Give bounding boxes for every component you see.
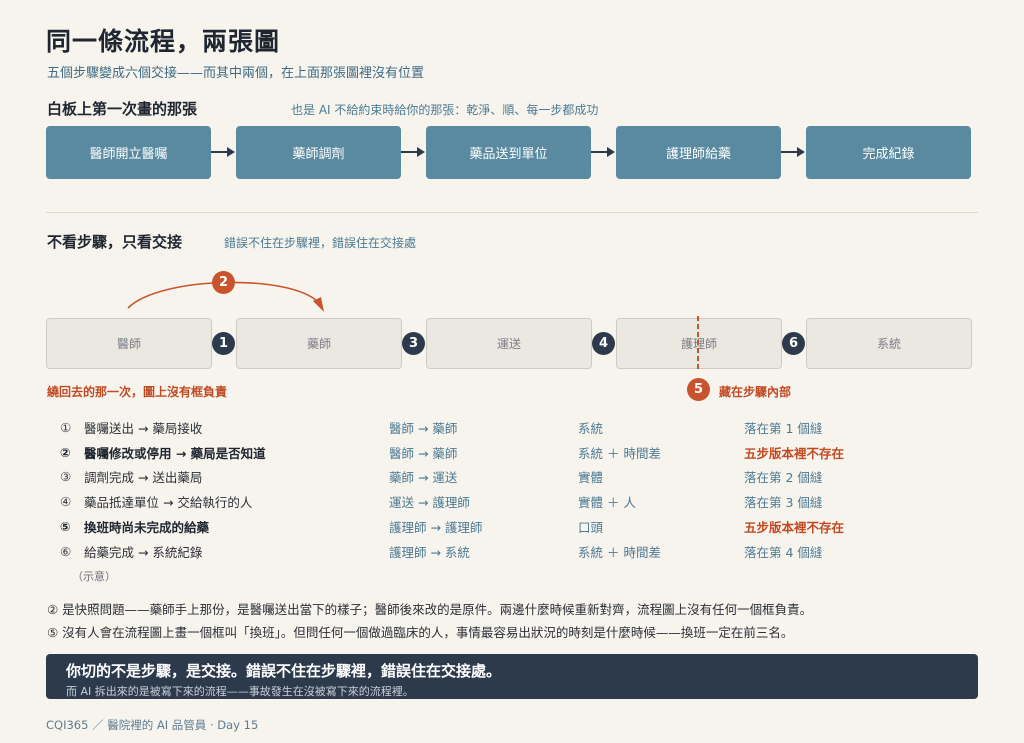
flow-step-administer: 護理師給藥 — [616, 126, 781, 179]
row-description: 換班時尚未完成的給藥 — [84, 520, 210, 536]
row-description: 調劑完成 → 送出藥局 — [84, 470, 203, 486]
handoff-badge-5: 5 — [687, 378, 710, 401]
handoff-badge-4: 4 — [592, 332, 615, 355]
row-result: 落在第 4 個縫 — [744, 544, 823, 560]
inner-note: 藏在步驟內部 — [719, 385, 792, 399]
demo-label: （示意） — [72, 570, 116, 583]
section2-note: 錯誤不住在步驟裡，錯誤住在交接處 — [224, 236, 417, 250]
flow-arrow-icon — [211, 147, 235, 157]
flow-step-deliver: 藥品送到單位 — [426, 126, 591, 179]
hidden-handoff-marker — [697, 316, 699, 372]
row-description: 醫囑修改或停用 → 藥局是否知道 — [84, 445, 266, 461]
section-divider — [46, 212, 978, 213]
row-number: ④ — [60, 494, 72, 510]
flow-arrow-icon — [781, 147, 805, 157]
handoff-table: ① 醫囑送出 → 藥局接收 醫師 → 藥師 系統 落在第 1 個縫 ② 醫囑修改… — [60, 415, 844, 564]
row-type: 系統 — [578, 420, 604, 436]
handoff-badge-2: 2 — [212, 271, 235, 294]
table-row: ② 醫囑修改或停用 → 藥局是否知道 醫師 → 藥師 系統 ＋ 時間差 五步版本… — [60, 440, 844, 465]
row-number: ⑥ — [60, 543, 72, 559]
table-row: ① 醫囑送出 → 藥局接收 醫師 → 藥師 系統 落在第 1 個縫 — [60, 415, 844, 440]
row-number: ③ — [60, 469, 72, 485]
callout-subtext: 而 AI 拆出來的是被寫下來的流程——事故發生在沒被寫下來的流程裡。 — [66, 685, 414, 698]
page-subtitle: 五個步驟變成六個交接——而其中兩個，在上面那張圖裡沒有位置 — [47, 66, 425, 81]
row-description: 醫囑送出 → 藥局接收 — [84, 420, 203, 436]
row-result: 落在第 2 個縫 — [744, 470, 823, 486]
callout-headline: 你切的不是步驟，是交接。錯誤不住在步驟裡，錯誤住在交接處。 — [66, 662, 502, 680]
row-number: ② — [60, 444, 71, 460]
row-description: 給藥完成 → 系統紀錄 — [84, 544, 203, 560]
row-result: 五步版本裡不存在 — [744, 445, 845, 461]
flow-arrow-icon — [401, 147, 425, 157]
table-row: ⑤ 換班時尚未完成的給藥 護理師 → 護理師 口頭 五步版本裡不存在 — [60, 514, 844, 539]
role-box-transport: 運送 — [426, 318, 592, 369]
page-footer: CQI365 ／ 醫院裡的 AI 品管員 · Day 15 — [46, 718, 259, 732]
explanation-note-5: ⑤ 沒有人會在流程圖上畫一個框叫「換班」。但問任何一個做過臨床的人，事情最容易出… — [47, 625, 794, 640]
row-result: 落在第 3 個縫 — [744, 495, 823, 511]
handoff-badge-3: 3 — [402, 332, 425, 355]
row-number: ⑤ — [60, 519, 71, 535]
row-type: 系統 ＋ 時間差 — [578, 544, 661, 560]
section1-note: 也是 AI 不給約束時給你的那張：乾淨、順、每一步都成功 — [291, 103, 599, 117]
role-box-pharmacist: 藥師 — [236, 318, 402, 369]
table-row: ③ 調劑完成 → 送出藥局 藥師 → 運送 實體 落在第 2 個縫 — [60, 465, 844, 490]
row-type: 實體 — [578, 470, 604, 486]
row-description: 藥品抵達單位 → 交給執行的人 — [84, 495, 253, 511]
table-row: ⑥ 給藥完成 → 系統紀錄 護理師 → 系統 系統 ＋ 時間差 落在第 4 個縫 — [60, 539, 844, 564]
row-type: 口頭 — [578, 520, 604, 536]
explanation-note-2: ② 是快照問題——藥師手上那份，是醫囑送出當下的樣子；醫師後來改的是原件。兩邊什… — [47, 602, 813, 617]
row-parties: 藥師 → 運送 — [389, 470, 458, 486]
row-parties: 醫師 → 藥師 — [389, 420, 458, 436]
row-type: 系統 ＋ 時間差 — [578, 445, 661, 461]
table-row: ④ 藥品抵達單位 → 交給執行的人 運送 → 護理師 實體 ＋ 人 落在第 3 … — [60, 489, 844, 514]
row-result: 落在第 1 個縫 — [744, 420, 823, 436]
row-parties: 運送 → 護理師 — [389, 495, 470, 511]
section1-title: 白板上第一次畫的那張 — [47, 100, 198, 118]
section2-title: 不看步驟，只看交接 — [47, 233, 183, 251]
row-parties: 醫師 → 藥師 — [389, 445, 458, 461]
role-box-system: 系統 — [806, 318, 972, 369]
page-title: 同一條流程，兩張圖 — [46, 27, 281, 56]
flow-step-dispense: 藥師調劑 — [236, 126, 401, 179]
flow-step-order: 醫師開立醫囑 — [46, 126, 211, 179]
row-parties: 護理師 → 護理師 — [389, 520, 483, 536]
flow-arrow-icon — [591, 147, 615, 157]
row-result: 五步版本裡不存在 — [744, 520, 845, 536]
flow-step-record: 完成紀錄 — [806, 126, 971, 179]
role-box-doctor: 醫師 — [46, 318, 212, 369]
row-parties: 護理師 → 系統 — [389, 544, 470, 560]
handoff-badge-1: 1 — [212, 332, 235, 355]
row-type: 實體 ＋ 人 — [578, 495, 636, 511]
row-number: ① — [60, 419, 72, 435]
loop-note: 繞回去的那一次，圖上沒有框負責 — [47, 385, 228, 399]
handoff-badge-6: 6 — [782, 332, 805, 355]
